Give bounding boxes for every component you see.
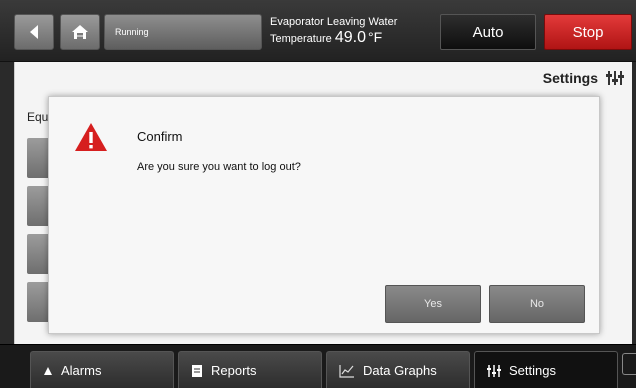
equipment-label: Equ — [27, 110, 49, 124]
status-indicator[interactable]: Running — [104, 14, 262, 50]
tab-settings-label: Settings — [509, 363, 556, 378]
temperature-readout: Evaporator Leaving Water Temperature 49.… — [270, 16, 397, 47]
temperature-unit: °F — [367, 28, 383, 45]
status-text: Running — [115, 27, 149, 37]
chat-icon[interactable] — [622, 353, 636, 375]
settings-header: Settings — [543, 70, 624, 86]
confirm-dialog: Confirm Are you sure you want to log out… — [48, 96, 600, 334]
temperature-label-line2: Temperature — [270, 32, 332, 45]
graph-icon — [339, 364, 354, 378]
settings-title: Settings — [542, 70, 598, 86]
tab-data-graphs-label: Data Graphs — [363, 363, 437, 378]
back-arrow-icon — [30, 25, 38, 39]
temperature-value: 49.0 — [334, 28, 366, 46]
settings-sliders-icon — [606, 71, 624, 85]
top-bar: Running Evaporator Leaving Water Tempera… — [0, 0, 636, 62]
tab-reports[interactable]: Reports — [178, 351, 322, 388]
dialog-message: Are you sure you want to log out? — [137, 161, 301, 173]
no-button[interactable]: No — [489, 285, 585, 323]
home-icon — [72, 25, 88, 39]
tab-alarms[interactable]: Alarms — [30, 351, 174, 388]
settings-sliders-icon — [487, 364, 501, 377]
report-icon — [192, 364, 202, 377]
temperature-label-line1: Evaporator Leaving Water — [270, 16, 398, 28]
bell-icon — [44, 366, 52, 375]
tab-alarms-label: Alarms — [61, 363, 102, 378]
back-button[interactable] — [14, 14, 54, 50]
yes-button[interactable]: Yes — [385, 285, 481, 323]
tab-reports-label: Reports — [211, 363, 257, 378]
auto-button[interactable]: Auto — [440, 14, 536, 50]
tab-data-graphs[interactable]: Data Graphs — [326, 351, 470, 388]
dialog-title: Confirm — [137, 129, 183, 144]
warning-icon — [75, 123, 107, 151]
home-button[interactable] — [60, 14, 100, 50]
bottom-nav: Alarms Reports Data Graphs Settings — [0, 344, 636, 388]
tab-settings[interactable]: Settings — [474, 351, 618, 388]
stop-button[interactable]: Stop — [544, 14, 632, 50]
